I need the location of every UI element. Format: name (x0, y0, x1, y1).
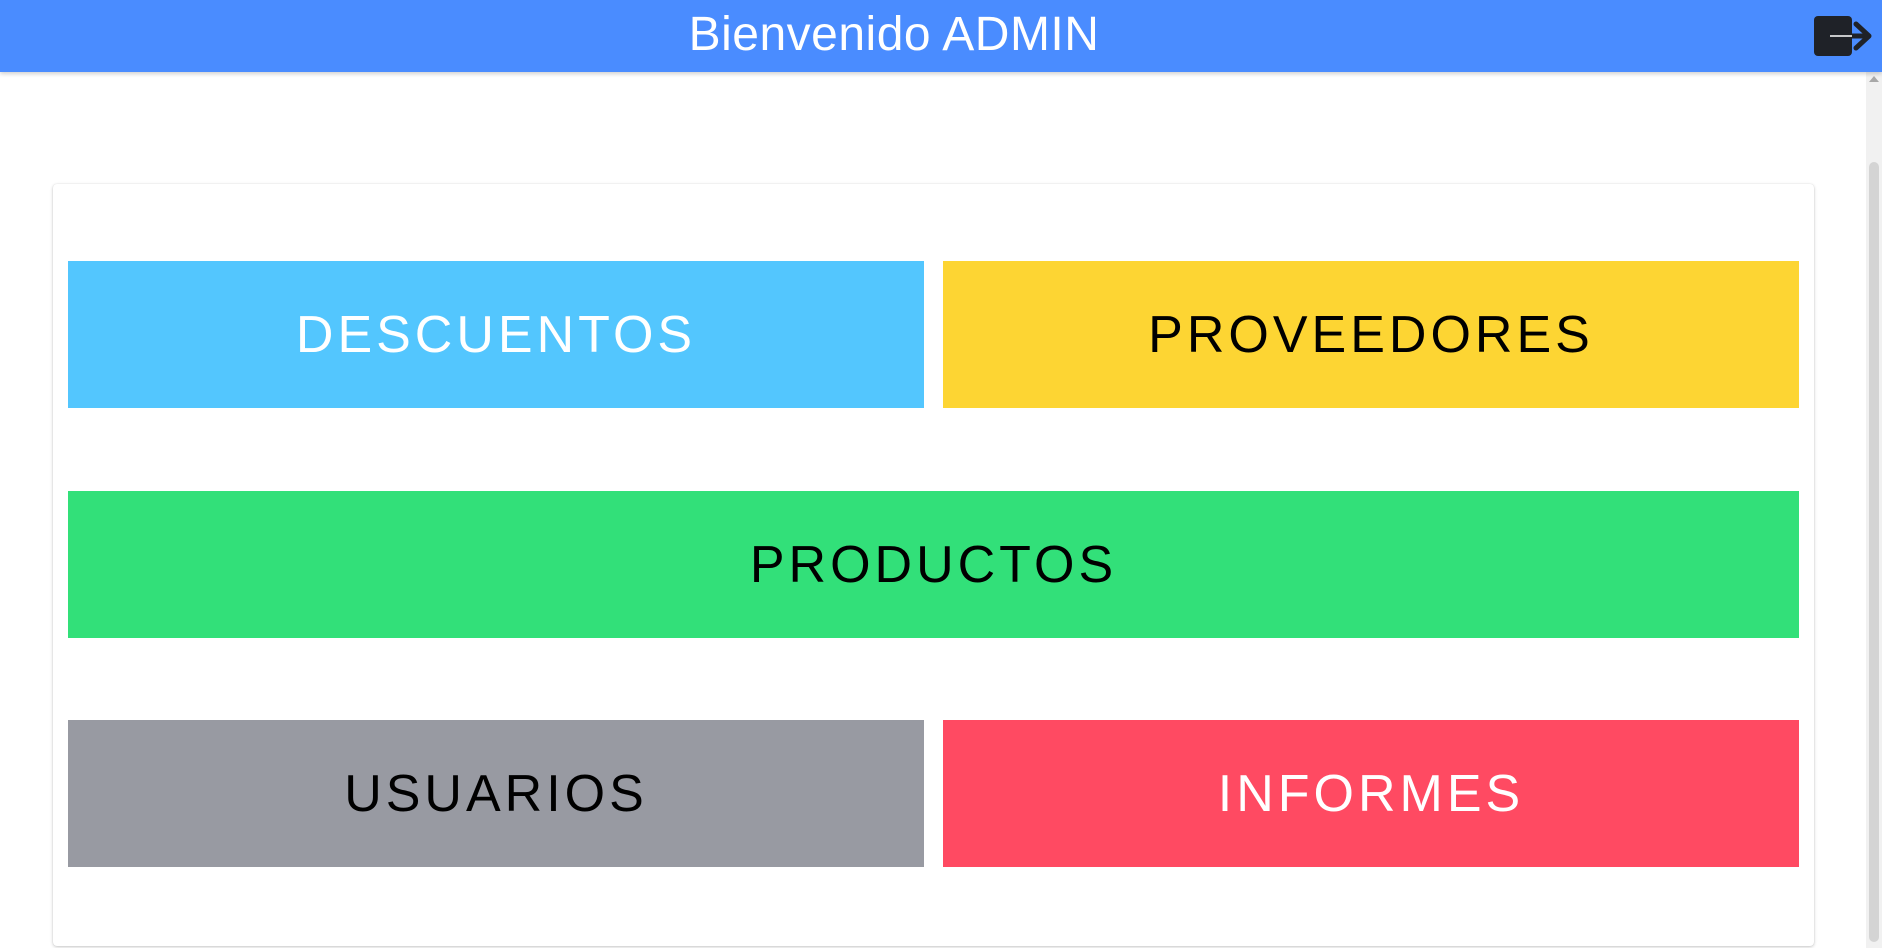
logout-button[interactable] (1812, 14, 1874, 58)
scroll-up-icon[interactable] (1869, 76, 1879, 82)
welcome-title: Bienvenido ADMIN (688, 8, 1100, 61)
usuarios-button[interactable]: USUARIOS (68, 720, 924, 867)
menu-card: DESCUENTOS PROVEEDORES PRODUCTOS USUARIO… (53, 184, 1814, 946)
scroll-thumb[interactable] (1869, 162, 1879, 942)
proveedores-button[interactable]: PROVEEDORES (943, 261, 1799, 408)
logout-icon (1814, 16, 1872, 56)
top-app-bar: Bienvenido ADMIN (0, 0, 1882, 72)
productos-button[interactable]: PRODUCTOS (68, 491, 1799, 638)
informes-button[interactable]: INFORMES (943, 720, 1799, 867)
page-scrollbar[interactable] (1866, 72, 1882, 948)
descuentos-button[interactable]: DESCUENTOS (68, 261, 924, 408)
